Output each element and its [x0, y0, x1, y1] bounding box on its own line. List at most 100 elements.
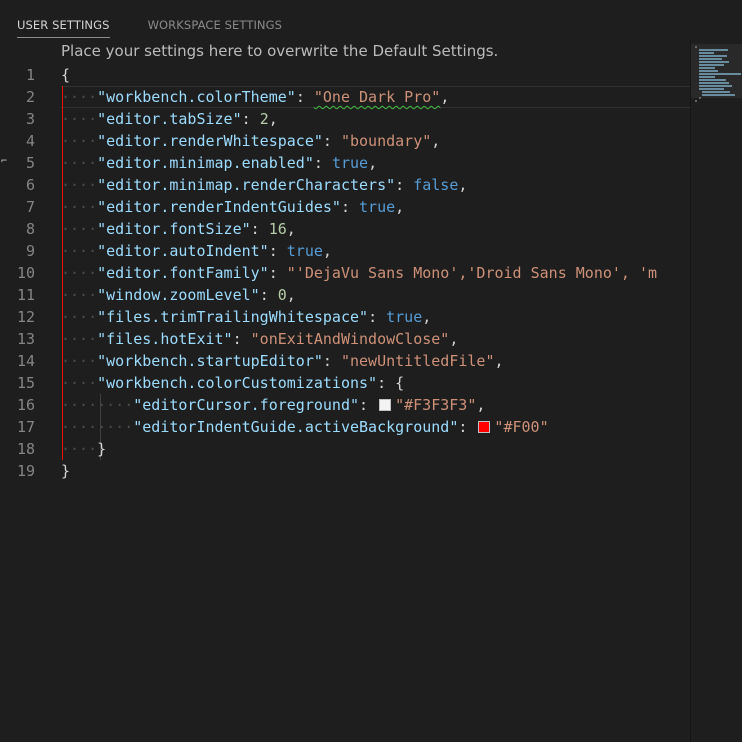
code-line[interactable]: 17 ········"editorIndentGuide.activeBackg…: [0, 416, 690, 438]
setting-value-string: "'DejaVu Sans Mono','Droid Sans Mono', '…: [286, 264, 658, 282]
setting-value-boolean: false: [413, 176, 459, 194]
code-line[interactable]: 7 ····"editor.renderIndentGuides": true,: [0, 196, 690, 218]
code-line[interactable]: 3 ····"editor.tabSize": 2,: [0, 108, 690, 130]
setting-key: "editor.autoIndent": [97, 242, 269, 260]
colon-separator: :: [259, 286, 278, 304]
whitespace-dots: ····: [61, 308, 98, 326]
minimap[interactable]: [690, 40, 742, 742]
line-end-punctuation: ,: [494, 352, 504, 370]
line-end-punctuation: ,: [395, 198, 405, 216]
setting-value-string: "One Dark Pro": [313, 88, 441, 106]
setting-key: "workbench.startupEditor": [97, 352, 323, 370]
setting-value-number: 2: [259, 110, 269, 128]
line-content: ····"files.trimTrailingWhitespace": true…: [61, 306, 431, 328]
line-number: 2: [25, 88, 35, 106]
close-brace: }: [61, 462, 71, 480]
line-number: 16: [16, 396, 35, 414]
line-content: ····"editor.minimap.enabled": true,: [61, 152, 377, 174]
setting-key: "editor.renderIndentGuides": [97, 198, 341, 216]
code-line[interactable]: 8 ····"editor.fontSize": 16,: [0, 218, 690, 240]
code-editor[interactable]: ⌐ 1{2 ····"workbench.colorTheme": "One Da…: [0, 64, 690, 742]
line-number: 13: [16, 330, 35, 348]
minimap-line: [698, 76, 716, 78]
code-line[interactable]: 1{: [0, 64, 690, 86]
line-end-punctuation: ,: [322, 242, 332, 260]
colon-separator: :: [295, 88, 314, 106]
setting-value-boolean: true: [359, 198, 396, 216]
setting-value-string: "#F00": [494, 418, 549, 436]
line-content: ····"workbench.startupEditor": "newUntit…: [61, 350, 504, 372]
setting-key: "editor.tabSize": [97, 110, 242, 128]
line-content: ····"editor.fontFamily": "'DejaVu Sans M…: [61, 262, 657, 284]
open-brace: {: [61, 66, 71, 84]
tab-workspace-settings[interactable]: WORKSPACE SETTINGS: [148, 14, 283, 37]
line-number: 18: [16, 440, 35, 458]
line-content: ········"editorCursor.foreground": "#F3F…: [61, 394, 485, 416]
color-swatch-icon[interactable]: [478, 421, 491, 433]
setting-key: "editor.fontSize": [97, 220, 251, 238]
tab-user-settings[interactable]: USER SETTINGS: [17, 14, 110, 38]
whitespace-dots: ····: [61, 440, 98, 458]
code-line[interactable]: 9 ····"editor.autoIndent": true,: [0, 240, 690, 262]
setting-key: "workbench.colorTheme": [97, 88, 296, 106]
settings-editor: USER SETTINGS WORKSPACE SETTINGS Place y…: [0, 0, 742, 742]
minimap-line: [698, 85, 733, 87]
code-line[interactable]: 2 ····"workbench.colorTheme": "One Dark P…: [0, 86, 690, 108]
minimap-line: [698, 49, 728, 51]
setting-value-boolean: true: [386, 308, 423, 326]
code-line[interactable]: 5 ····"editor.minimap.enabled": true,: [0, 152, 690, 174]
line-end-punctuation: {: [395, 374, 405, 392]
setting-value-boolean: true: [286, 242, 323, 260]
colon-separator: :: [340, 198, 360, 216]
line-number: 12: [16, 308, 35, 326]
colon-separator: :: [395, 176, 414, 194]
line-number: 10: [16, 264, 35, 282]
line-content: ····"editor.renderIndentGuides": true,: [61, 196, 404, 218]
line-number: 11: [16, 286, 35, 304]
code-line[interactable]: 19}: [0, 460, 690, 482]
code-line[interactable]: 11 ····"window.zoomLevel": 0,: [0, 284, 690, 306]
whitespace-dots: ········: [61, 396, 134, 414]
line-content: {: [61, 64, 70, 86]
line-number: 7: [25, 198, 35, 216]
code-line[interactable]: 6 ····"editor.minimap.renderCharacters": …: [0, 174, 690, 196]
whitespace-dots: ····: [61, 110, 98, 128]
code-line[interactable]: 13 ····"files.hotExit": "onExitAndWindowC…: [0, 328, 690, 350]
colon-separator: :: [241, 110, 260, 128]
code-line[interactable]: 16 ········"editorCursor.foreground": "#F…: [0, 394, 690, 416]
line-content: }: [61, 460, 70, 482]
settings-tabs: USER SETTINGS WORKSPACE SETTINGS: [0, 14, 282, 38]
colon-separator: :: [368, 308, 387, 326]
code-line[interactable]: 18 ····}: [0, 438, 690, 460]
whitespace-dots: ····: [61, 352, 98, 370]
line-content: ····"editor.autoIndent": true,: [61, 240, 332, 262]
whitespace-dots: ····: [61, 176, 98, 194]
setting-key: "editor.renderWhitespace": [97, 132, 323, 150]
color-swatch-icon[interactable]: [379, 399, 392, 411]
line-number: 17: [16, 418, 35, 436]
minimap-line: [702, 91, 730, 93]
colon-separator: :: [322, 132, 341, 150]
minimap-line: [698, 67, 716, 69]
code-line[interactable]: 10 ····"editor.fontFamily": "'DejaVu Sans…: [0, 262, 690, 284]
setting-key: "editorIndentGuide.activeBackground": [133, 418, 459, 436]
minimap-line: [698, 64, 725, 66]
line-number: 3: [25, 110, 35, 128]
code-line[interactable]: 15 ····"workbench.colorCustomizations": {: [0, 372, 690, 394]
whitespace-dots: ········: [61, 418, 134, 436]
setting-key: "files.hotExit": [97, 330, 233, 348]
line-number: 4: [25, 132, 35, 150]
line-content: ····"editor.renderWhitespace": "boundary…: [61, 130, 440, 152]
whitespace-dots: ····: [61, 286, 98, 304]
line-number: 19: [16, 462, 35, 480]
line-content: ········"editorIndentGuide.activeBackgro…: [61, 416, 549, 438]
minimap-line: [698, 73, 741, 75]
minimap-line: [702, 94, 736, 96]
code-line[interactable]: 4 ····"editor.renderWhitespace": "boundar…: [0, 130, 690, 152]
code-line[interactable]: 14 ····"workbench.startupEditor": "newUnt…: [0, 350, 690, 372]
minimap-line: [695, 100, 697, 102]
setting-value-boolean: true: [331, 154, 369, 172]
setting-value-string: "boundary": [340, 132, 432, 150]
colon-separator: :: [268, 264, 287, 282]
code-line[interactable]: 12 ····"files.trimTrailingWhitespace": tr…: [0, 306, 690, 328]
